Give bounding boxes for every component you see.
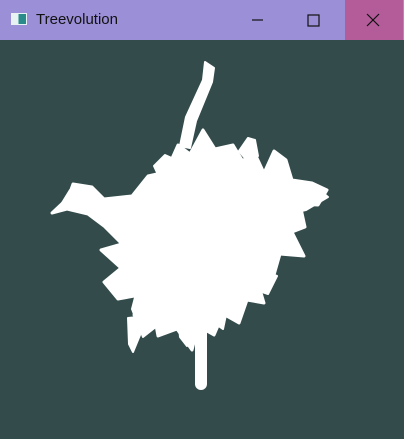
app-window: Treevolution [0,0,404,439]
window-title: Treevolution [36,11,118,28]
maximize-icon [307,14,320,27]
app-icon [11,13,27,25]
tree-canvas[interactable] [0,40,404,439]
upper-branch [179,61,215,149]
close-button[interactable] [345,0,403,40]
maximize-button[interactable] [285,0,343,40]
left-lower-sprig [127,316,141,353]
minimize-button[interactable] [228,0,286,40]
tree-illustration [50,61,329,390]
title-bar[interactable]: Treevolution [0,0,404,40]
close-icon [366,13,380,27]
minimize-icon [252,19,263,21]
